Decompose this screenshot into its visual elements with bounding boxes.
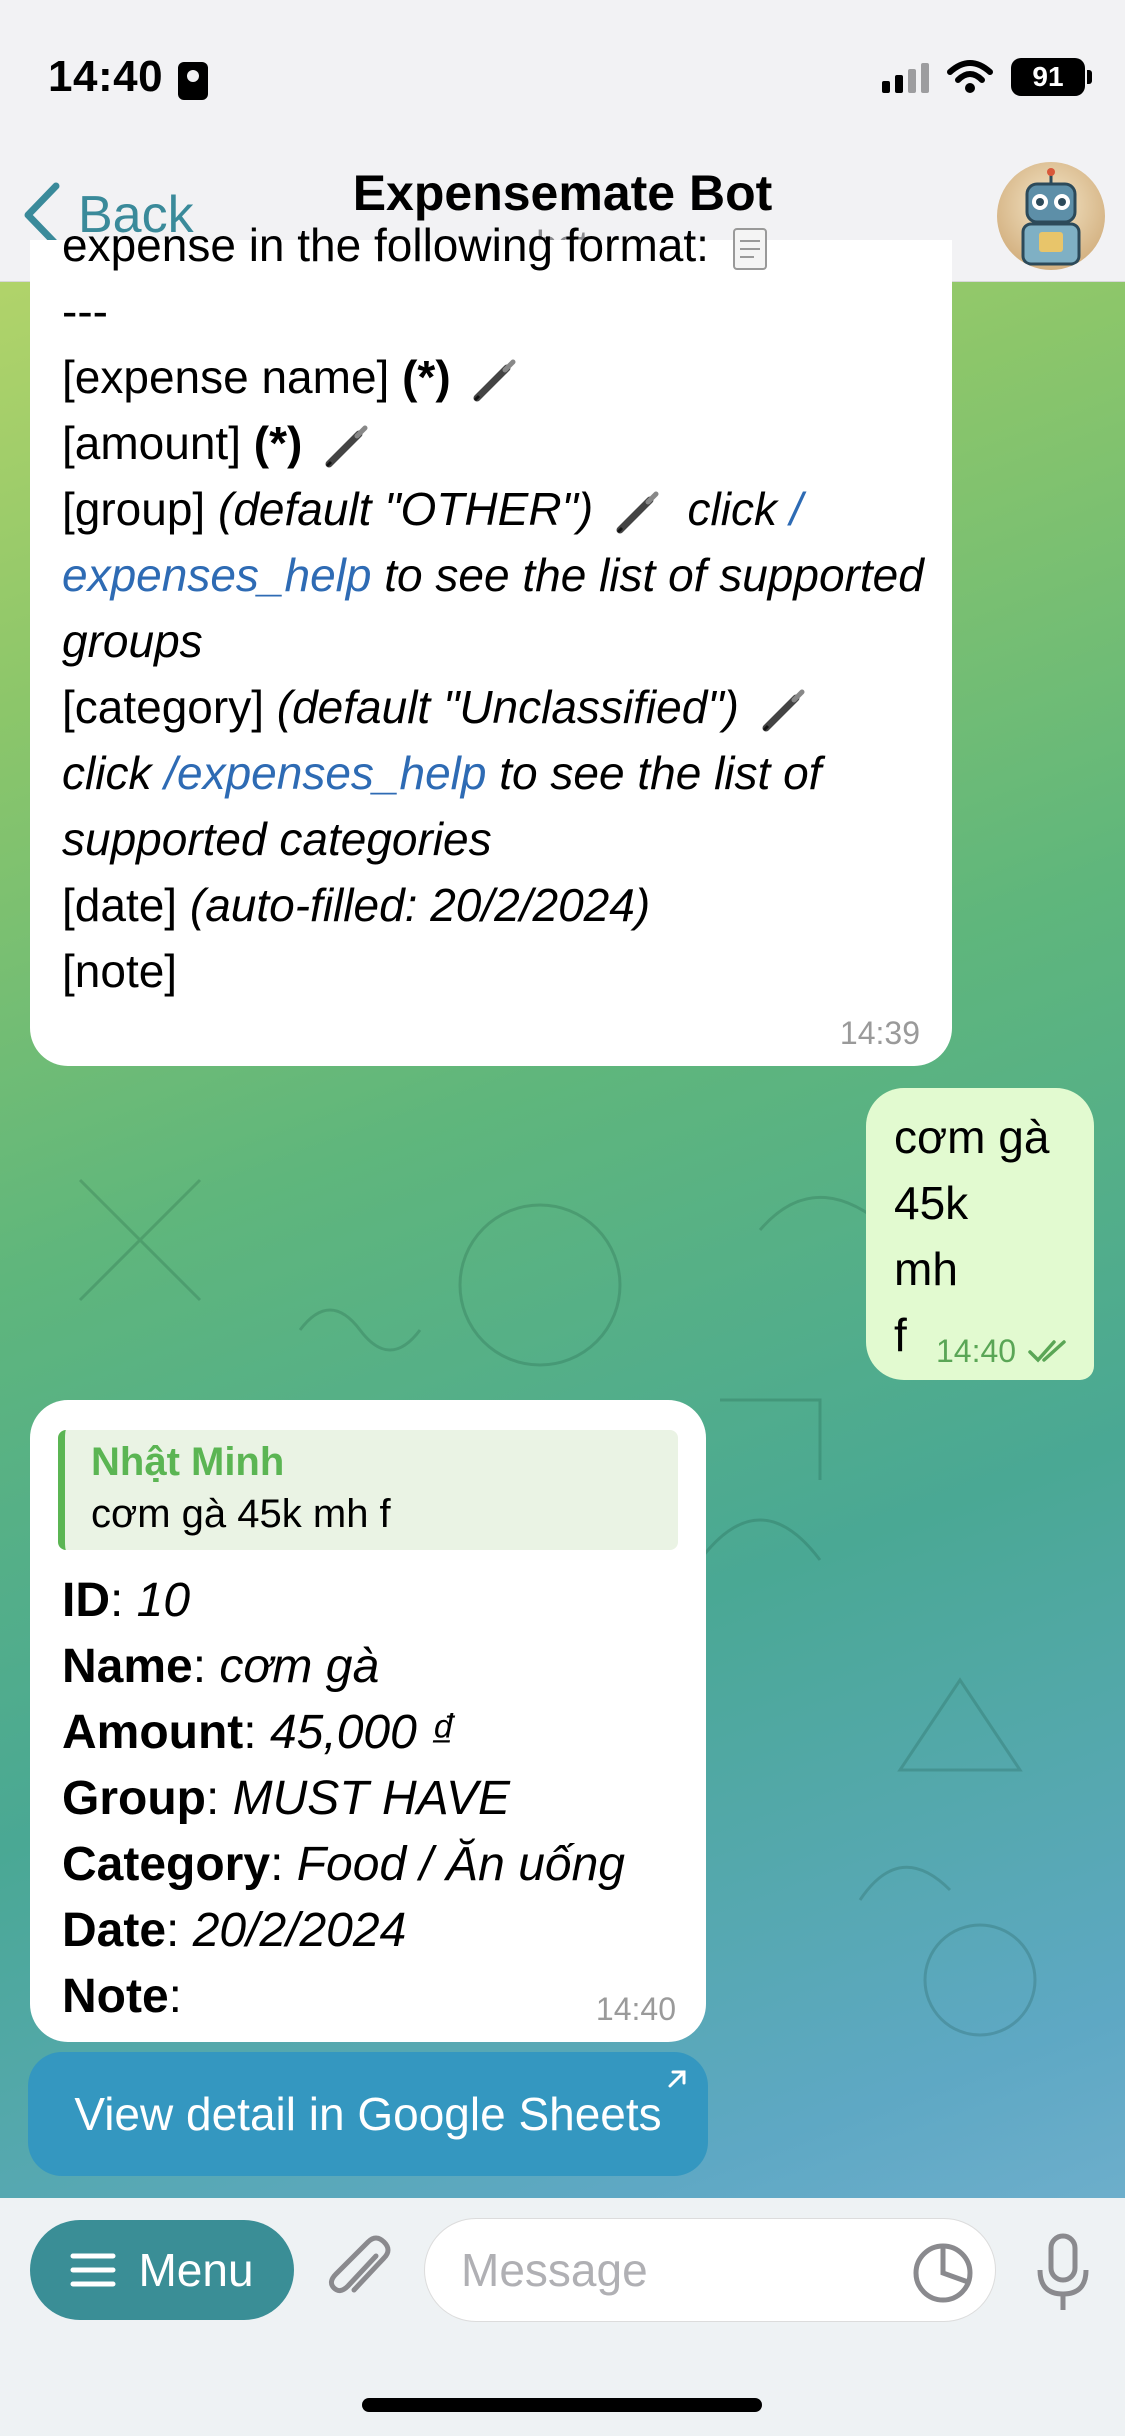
date-auto: (auto-filled: 20/2/2024) <box>189 879 651 931</box>
field-label: Amount <box>62 1706 244 1759</box>
orientation-lock-icon <box>178 62 208 100</box>
user-line: mh <box>894 1243 958 1295</box>
separator-text: --- <box>62 285 108 337</box>
category-default: (default "Unclassified") <box>276 681 739 733</box>
home-indicator <box>362 2398 762 2412</box>
bot-avatar[interactable] <box>997 162 1105 270</box>
field-value: MUST HAVE <box>232 1772 511 1825</box>
field-label: Date <box>62 1904 167 1957</box>
pen-icon <box>473 359 516 402</box>
expense-amount-row: Amount: 45,000 ₫ <box>62 1706 455 1759</box>
status-bar: 14:40 91 <box>0 0 1125 150</box>
expense-date-row: Date: 20/2/2024 <box>62 1904 407 1957</box>
sheets-button-label: View detail in Google Sheets <box>74 2088 662 2140</box>
robot-icon <box>1021 168 1081 266</box>
field-label: ID <box>62 1574 110 1627</box>
format-intro: expense in the following format: <box>62 219 709 271</box>
double-check-icon <box>1028 1340 1066 1363</box>
message-time: 14:40 <box>936 1333 1017 1369</box>
expense-group-row: Group: MUST HAVE <box>62 1772 511 1825</box>
message-bubble-user: cơm gà 45k mh f 14:40 <box>866 1088 1094 1380</box>
field-value: Food / Ăn uống <box>296 1838 625 1891</box>
pen-icon <box>325 425 368 468</box>
click-text: click <box>62 747 152 799</box>
expense-category-row: Category: Food / Ăn uống <box>62 1838 625 1891</box>
quote-author: Nhật Minh <box>91 1440 285 1484</box>
reply-quote[interactable]: Nhật Minh cơm gà 45k mh f <box>58 1430 678 1550</box>
category-field: [category] <box>62 681 264 733</box>
paperclip-icon[interactable] <box>324 2234 394 2310</box>
expense-id-row: ID: 10 <box>62 1574 191 1627</box>
message-text: expense in the following format: --- [ex… <box>62 219 942 1004</box>
external-link-icon <box>668 2070 686 2088</box>
microphone-icon[interactable] <box>1034 2232 1092 2314</box>
field-value: cơm gà <box>219 1640 380 1693</box>
user-line: 45k <box>894 1177 969 1229</box>
menu-button[interactable]: Menu <box>30 2220 294 2320</box>
expenses-help-command-link-part2[interactable]: expenses_help <box>62 549 371 601</box>
message-time: 14:39 <box>839 1015 920 1051</box>
expense-name-field: [expense name] <box>62 351 390 403</box>
date-field: [date] <box>62 879 178 931</box>
field-label: Name <box>62 1640 193 1693</box>
user-message-text: cơm gà 45k mh f <box>894 1104 1049 1368</box>
pen-icon <box>616 491 659 534</box>
expense-name-row: Name: cơm gà <box>62 1640 380 1693</box>
message-bubble-bot-help: expense in the following format: --- [ex… <box>30 219 952 1066</box>
field-label: Group <box>62 1772 206 1825</box>
user-line: cơm gà <box>894 1111 1050 1163</box>
field-label: Note <box>62 1970 169 2023</box>
message-time: 14:40 <box>595 1991 676 2027</box>
expenses-help-command-link-part1[interactable]: / <box>790 483 803 535</box>
status-time: 14:40 <box>48 52 164 101</box>
note-field: [note] <box>62 945 178 997</box>
field-value: 45,000 ₫ <box>269 1706 455 1759</box>
field-value: 20/2/2024 <box>192 1904 407 1957</box>
sticker-icon[interactable] <box>912 2242 974 2304</box>
cellular-signal-icon <box>882 61 929 93</box>
view-google-sheets-button[interactable]: View detail in Google Sheets <box>28 2052 708 2176</box>
expenses-help-command-link[interactable]: /expenses_help <box>164 747 486 799</box>
required-marker: (*) <box>402 351 451 403</box>
field-value: 10 <box>136 1574 191 1627</box>
status-icons: 91 <box>882 58 1092 96</box>
message-input-bar: Menu <box>0 2198 1125 2436</box>
message-input[interactable] <box>424 2218 996 2322</box>
required-marker: (*) <box>253 417 303 469</box>
expense-note-row: Note: <box>62 1970 183 2023</box>
menu-label: Menu <box>138 2244 254 2296</box>
group-default: (default "OTHER") <box>218 483 594 535</box>
quote-text: cơm gà 45k mh f <box>91 1492 391 1536</box>
document-icon <box>732 227 767 270</box>
hamburger-icon <box>70 2253 116 2287</box>
pen-icon <box>762 689 805 732</box>
click-text: click <box>687 483 777 535</box>
amount-field: [amount] <box>62 417 241 469</box>
group-field: [group] <box>62 483 206 535</box>
wifi-icon <box>947 60 993 93</box>
battery-icon: 91 <box>1011 58 1092 96</box>
field-label: Category <box>62 1838 271 1891</box>
message-bubble-bot-reply: Nhật Minh cơm gà 45k mh f ID: 10 Name: c… <box>30 1400 706 2042</box>
